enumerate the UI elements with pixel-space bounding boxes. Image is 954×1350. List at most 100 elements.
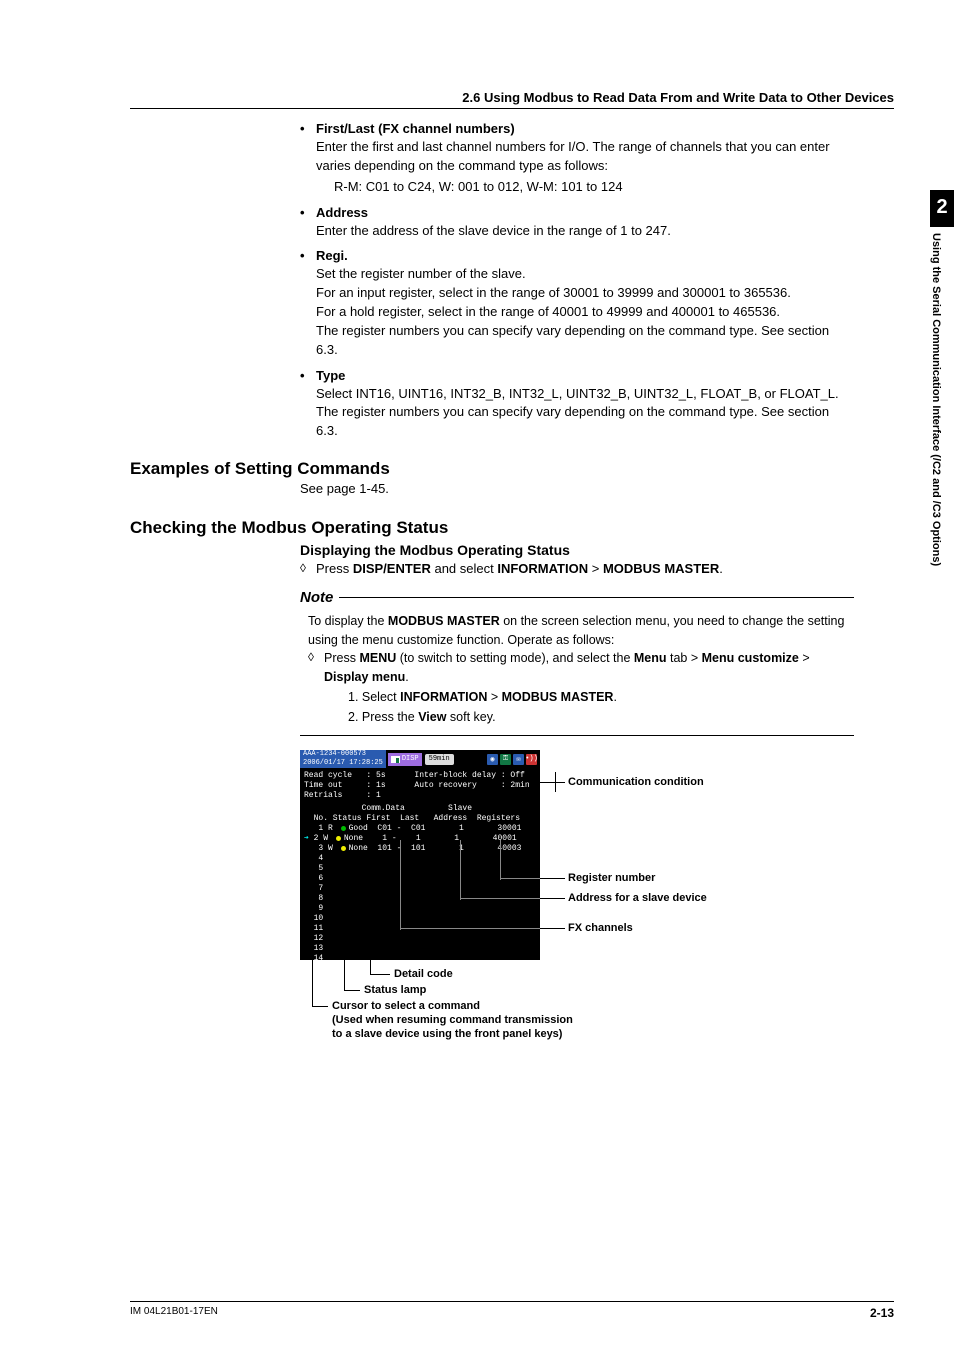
text: 1. Select — [348, 690, 400, 704]
heading-checking: Checking the Modbus Operating Status — [130, 518, 894, 538]
chapter-number: 2 — [930, 190, 954, 227]
menu-information: INFORMATION — [497, 561, 588, 576]
text: For a hold register, select in the range… — [316, 303, 854, 322]
leader-line — [460, 840, 461, 900]
leader-line — [555, 782, 565, 783]
text: . — [719, 561, 723, 576]
text: and select — [431, 561, 498, 576]
bullet-address: Address Enter the address of the slave d… — [300, 205, 854, 241]
text: Time out : 1s Auto recovery : 2min — [304, 781, 536, 791]
text: DISP — [402, 753, 419, 766]
subheading-displaying: Displaying the Modbus Operating Status — [300, 542, 894, 558]
callout-comm-cond: Communication condition — [568, 776, 704, 788]
chapter-label: Using the Serial Communication Interface… — [930, 227, 942, 566]
status-dot-green — [341, 826, 346, 831]
list-item: 1. Select INFORMATION > MODBUS MASTER. — [348, 688, 854, 707]
text: AAA-1234-000573 — [303, 750, 383, 759]
disp-icon — [391, 756, 400, 763]
note-p1: To display the MODBUS MASTER on the scre… — [308, 612, 854, 650]
disp-chip: DISP — [388, 753, 422, 766]
num-list: 1. Select INFORMATION > MODBUS MASTER. 2… — [348, 688, 854, 728]
timer-chip: 59min — [425, 754, 454, 765]
leader-line — [540, 878, 565, 879]
leader-line — [500, 840, 501, 880]
menu-customize: Menu customize — [702, 651, 799, 665]
callout-slave-address: Address for a slave device — [568, 892, 707, 904]
table-row: 1 R Good C01 - C01 1 30001 — [304, 824, 536, 834]
bullet-title: Address — [316, 205, 368, 220]
text: (to switch to setting mode), and select … — [396, 651, 634, 665]
leader-line — [460, 898, 540, 899]
text: Set the register number of the slave. — [316, 265, 854, 284]
text: To display the — [308, 614, 388, 628]
scr-header: AAA-1234-000573 2006/01/17 17:28:25 DISP… — [300, 750, 540, 768]
bullet-title: Regi. — [316, 248, 348, 263]
leader-line — [540, 928, 565, 929]
camera-icon: ◉ — [487, 754, 498, 765]
callout-cursor-2: (Used when resuming command transmission — [332, 1014, 573, 1026]
text: > — [799, 651, 810, 665]
text-bold: INFORMATION — [400, 690, 487, 704]
text: . — [405, 670, 408, 684]
mail-icon: ✉ — [513, 754, 524, 765]
leader-line — [312, 960, 313, 1006]
callout-status-lamp: Status lamp — [364, 984, 426, 996]
bullet-regi: Regi. Set the register number of the sla… — [300, 248, 854, 359]
callout-fx-channels: FX channels — [568, 922, 633, 934]
status-dot-yellow — [336, 836, 341, 841]
text: Read cycle : 5s Inter-block delay : Off — [304, 771, 536, 781]
text-bold: MODBUS MASTER — [388, 614, 500, 628]
table-row: ➔ 2 W None 1 - 1 1 40001 — [304, 834, 536, 844]
cursor-arrow-icon: ➔ — [304, 834, 309, 843]
text: Retrials : 1 — [304, 791, 536, 801]
signal-icon: •)) — [526, 754, 537, 765]
status-dot-yellow — [341, 846, 346, 851]
rule — [339, 597, 854, 598]
bullet-body: Select INT16, UINT16, INT32_B, INT32_L, … — [316, 385, 854, 442]
text: 2006/01/17 17:28:25 — [303, 759, 383, 768]
bullet-title: First/Last (FX channel numbers) — [316, 121, 515, 136]
scr-icon-row: ◉ ⚿ ✉ •)) — [487, 754, 540, 765]
callout-register-number: Register number — [568, 872, 655, 884]
see-page: See page 1-45. — [300, 481, 894, 496]
text-bold: View — [418, 710, 446, 724]
text: Select INT16, UINT16, INT32_B, INT32_L, … — [316, 385, 854, 404]
note-body: To display the MODBUS MASTER on the scre… — [308, 612, 854, 727]
bullet-body: Set the register number of the slave. Fo… — [316, 265, 854, 359]
page-number: 2-13 — [870, 1306, 894, 1320]
key-disp-enter: DISP/ENTER — [353, 561, 431, 576]
leader-line — [400, 840, 401, 930]
leader-line — [400, 928, 540, 929]
text: For an input register, select in the ran… — [316, 284, 854, 303]
list-item: 2. Press the View soft key. — [348, 708, 854, 727]
scr-tag: AAA-1234-000573 2006/01/17 17:28:25 — [300, 750, 386, 768]
text: tab > — [667, 651, 702, 665]
key-menu: MENU — [359, 651, 396, 665]
text: 2. Press the — [348, 710, 418, 724]
text: The register numbers you can specify var… — [316, 322, 854, 360]
rule — [300, 735, 854, 736]
text: Press — [324, 651, 359, 665]
leader-line — [540, 782, 555, 783]
text: Enter the first and last channel numbers… — [316, 139, 830, 173]
note-label: Note — [300, 589, 333, 606]
note-block: Note To display the MODBUS MASTER on the… — [300, 589, 854, 736]
footer: IM 04L21B01-17EN 2-13 — [130, 1301, 894, 1320]
text: Comm.Data Slave — [304, 804, 536, 814]
text: > — [588, 561, 603, 576]
note-header: Note — [300, 589, 854, 606]
bullet-firstlast: First/Last (FX channel numbers) Enter th… — [300, 121, 854, 197]
text: Press — [316, 561, 353, 576]
tab-menu: Menu — [634, 651, 667, 665]
leader-line — [500, 878, 540, 879]
leader-line — [540, 898, 565, 899]
leader-line — [370, 974, 390, 975]
text: > — [487, 690, 501, 704]
text: No. Status First Last Address Registers — [304, 814, 536, 824]
display-menu: Display menu — [324, 670, 405, 684]
doc-id: IM 04L21B01-17EN — [130, 1306, 218, 1320]
leader-line — [312, 1006, 328, 1007]
leader-line — [344, 990, 360, 991]
step-line: Press DISP/ENTER and select INFORMATION … — [300, 560, 894, 579]
content-body: First/Last (FX channel numbers) Enter th… — [300, 121, 854, 441]
